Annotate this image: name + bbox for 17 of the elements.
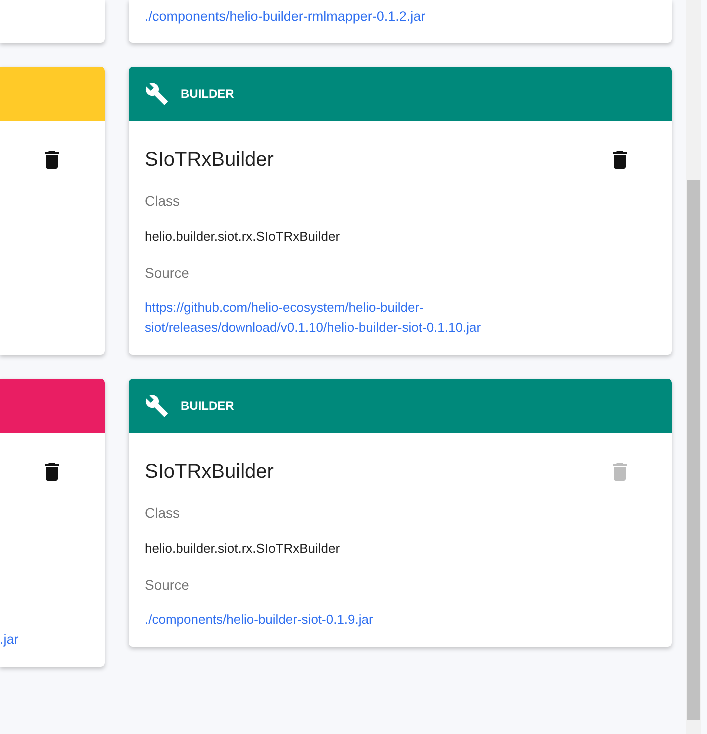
- wrench-icon: [145, 394, 169, 418]
- card-type: BUILDER: [181, 399, 234, 413]
- card-type: BUILDER: [181, 87, 234, 101]
- card-title: SIoTRxBuilder: [145, 460, 274, 485]
- field-value: helio.builder.siot.rx.SIoTRxBuilder: [145, 228, 342, 246]
- field-label: Class: [145, 192, 182, 211]
- field-value: helio.builder.siot.rx.SIoTRxBuilder: [145, 540, 342, 558]
- scrollbar-thumb[interactable]: [687, 180, 700, 720]
- scrollbar[interactable]: [686, 0, 701, 734]
- wrench-icon: [145, 82, 169, 106]
- card-title: SIoTRxBuilder: [145, 148, 274, 173]
- field-label: Source: [145, 576, 190, 595]
- source-link[interactable]: .jar: [0, 630, 64, 650]
- source-link[interactable]: ./components/helio-builder-rmlmapper-0.1.2.jar: [145, 7, 672, 27]
- source-link[interactable]: https://github.com/helio-ecosystem/helio-builder-siot/releases/download/v0.1.10/helio-builder-siot-0.1.10.jar: [145, 298, 545, 338]
- field-label: Class: [145, 504, 182, 523]
- field-label: Source: [145, 264, 190, 283]
